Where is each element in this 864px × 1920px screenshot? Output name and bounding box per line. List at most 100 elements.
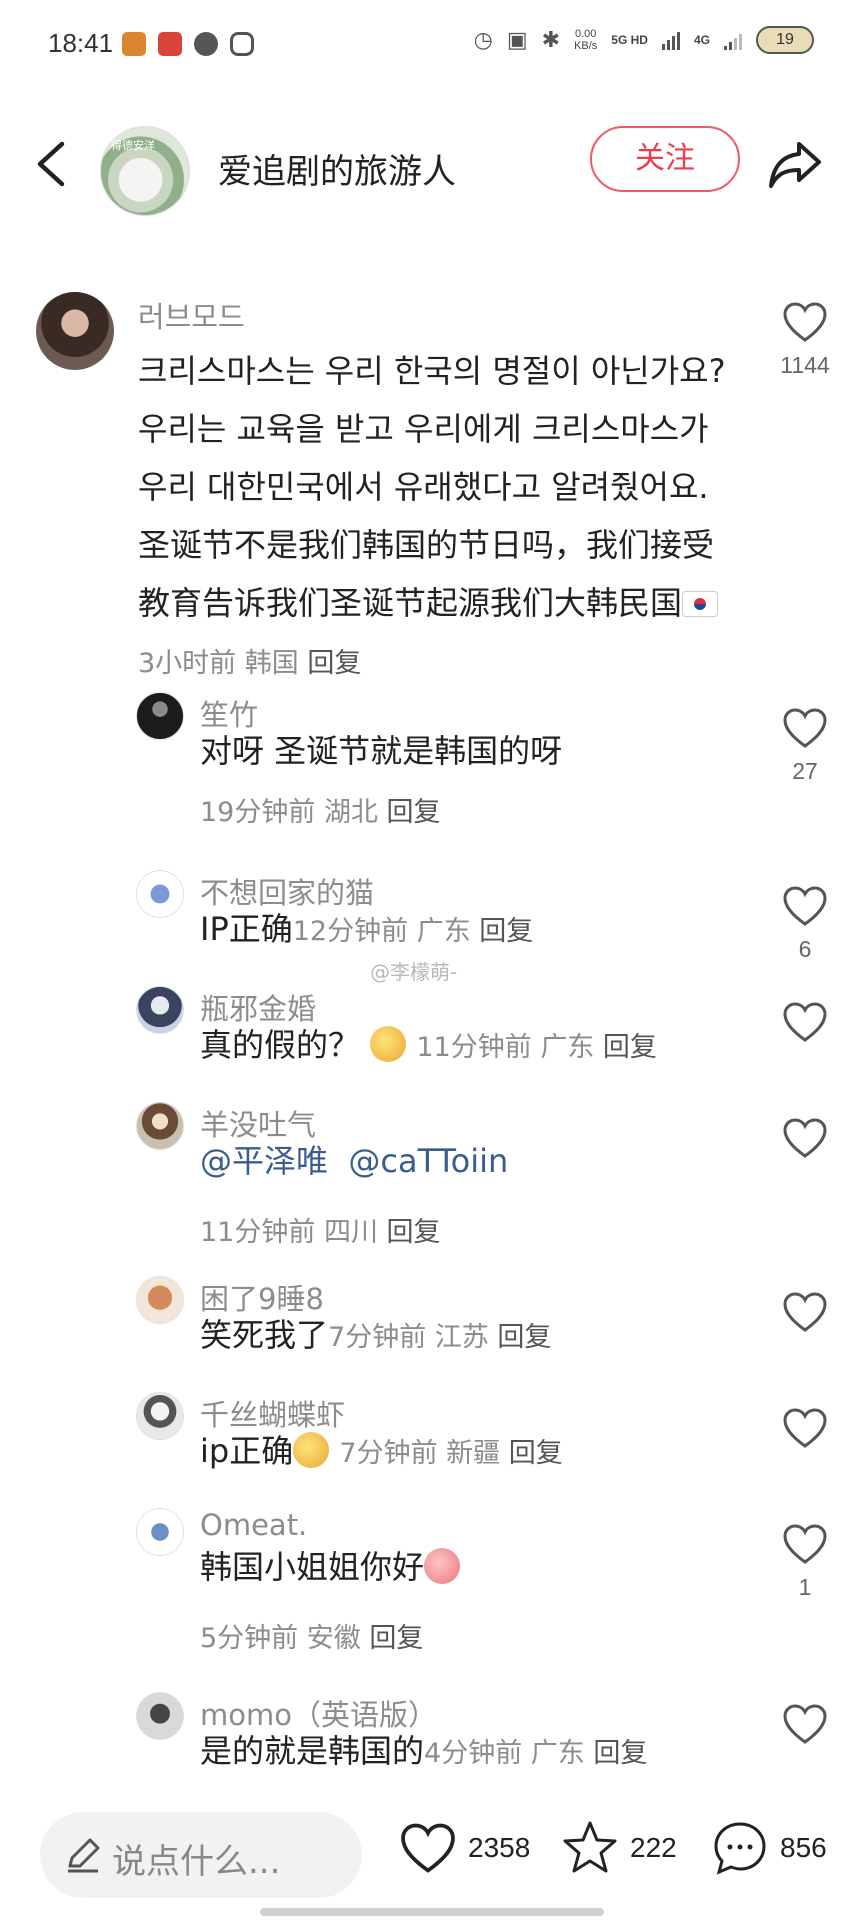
comment-text: @平泽唯 @caTToiin [200,1132,508,1190]
user-avatar[interactable] [136,1102,184,1150]
mention-link[interactable]: @caTToiin [348,1142,508,1180]
network-speed: 0.00 KB/s [574,28,598,52]
signal-icon [724,30,742,50]
comment-text: 对呀 圣诞节就是韩国的呀 [200,732,563,770]
post-comment-button[interactable]: 856 [710,1818,827,1878]
user-avatar[interactable] [136,1392,184,1440]
like-count: 1 [798,1574,812,1600]
user-avatar[interactable] [136,986,184,1034]
heart-icon [783,1118,827,1158]
pencil-icon [68,1838,100,1873]
star-icon [563,1821,617,1873]
comment-text: 真的假的？ 11分钟前 广东 回复 [200,1026,657,1064]
like-button[interactable]: 1 [775,1522,835,1601]
home-indicator[interactable] [260,1908,604,1916]
post-star-count: 222 [630,1832,677,1863]
reply-button[interactable]: 回复 [387,797,441,828]
reply-button[interactable]: 回复 [509,1438,563,1469]
heart-icon [783,1002,827,1042]
heart-icon [783,1704,827,1744]
reply-button[interactable]: 回复 [369,1623,423,1654]
reply-button[interactable]: 回复 [307,648,361,679]
post-like-button[interactable]: 2358 [398,1818,530,1878]
comment-input-placeholder: 说点什么... [112,1842,281,1882]
comment-body: 크리스마스는 우리 한국의 명절이 아닌가요? 우리는 교육을 받고 우리에게 … [138,352,726,622]
comment-text: 笑死我了7分钟前 江苏 回复 [200,1316,552,1354]
follow-button[interactable]: 关注 [590,126,740,192]
cloud-icon [194,32,218,56]
heart-icon [401,1823,455,1873]
mention-link[interactable]: @平泽唯 [200,1142,328,1180]
reply-button[interactable]: 回复 [479,916,533,947]
like-button[interactable] [775,1116,835,1164]
comment-meta: 12分钟前 广东 回复 [292,916,534,947]
reply-button[interactable]: 回复 [603,1032,657,1063]
comment-meta: 5分钟前 安徽 回复 [200,1623,424,1654]
post-header: 得德安洋 爱追剧的旅游人 关注 [0,110,864,220]
like-button[interactable] [775,1406,835,1454]
alarm-icon: ◷ [473,27,493,53]
network-4g: 4G [693,33,710,47]
comment-meta: 11分钟前 四川 回复 [200,1217,441,1248]
like-button[interactable] [775,1290,835,1338]
emoji-sticker-icon [424,1548,461,1584]
app-notification-icon [122,32,146,56]
heart-icon [783,1408,827,1448]
user-avatar[interactable] [136,692,184,740]
comment-input[interactable]: 说点什么... [40,1812,362,1898]
comment-meta: 19分钟前 湖北 回复 [200,797,441,828]
comment-text: 是的就是韩国的4分钟前 广东 回复 [200,1732,648,1770]
comment-text: 韩国小姐姐你好 [200,1538,461,1596]
app-notification-icon [230,32,254,56]
heart-icon [783,708,827,748]
bottom-action-bar: 说点什么... 2358 222 856 [0,1806,864,1906]
comment-text: IP正确12分钟前 广东 回复 [200,910,534,948]
like-button[interactable]: 6 [775,884,835,963]
signal-icon [661,30,680,50]
comment-meta: 11分钟前 广东 回复 [416,1032,657,1063]
network-5g: 5G HD [611,33,648,47]
back-arrow-icon[interactable] [28,136,76,192]
like-button[interactable] [775,1000,835,1048]
battery-indicator: 19 [756,26,814,54]
comment-icon [714,1822,766,1875]
bluetooth-icon: ✱ [541,27,561,53]
emoji-sticker-icon [293,1432,330,1468]
comment-username[interactable]: Omeat. [200,1508,307,1542]
reply-button[interactable]: 回复 [497,1322,551,1353]
user-avatar[interactable] [136,1692,184,1740]
comment-meta: 3小时前 韩国 回复 [138,648,362,679]
heart-icon [783,886,827,926]
watermark-text: @李檬萌- [370,960,458,984]
share-icon[interactable] [765,134,825,194]
heart-icon [783,302,827,342]
status-indicators: ◷ ▣ ✱ 0.00 KB/s 5G HD 4G 19 [474,26,814,54]
vibrate-icon: ▣ [506,27,528,53]
reply-button[interactable]: 回复 [387,1217,441,1248]
like-button[interactable]: 1144 [775,300,835,379]
user-avatar[interactable] [136,1508,184,1556]
avatar-watermark: 得德安洋 [111,139,155,152]
post-comment-count: 856 [780,1832,827,1863]
korea-flag-icon [682,591,719,617]
user-avatar[interactable] [136,1276,184,1324]
comment-text: ip正确 7分钟前 新疆 回复 [200,1432,563,1470]
comment-meta: 7分钟前 江苏 回复 [328,1322,552,1353]
comment-username[interactable]: 러브모드 [138,294,245,336]
like-count: 1144 [780,352,830,378]
user-avatar[interactable] [36,292,114,370]
author-name[interactable]: 爱追剧的旅游人 [218,144,456,193]
like-button[interactable] [775,1702,835,1750]
user-avatar[interactable] [136,870,184,918]
heart-icon [783,1524,827,1564]
like-button[interactable]: 27 [775,706,835,785]
comment-text: 크리스마스는 우리 한국의 명절이 아닌가요? 우리는 교육을 받고 우리에게 … [138,342,728,693]
reply-button[interactable]: 回复 [593,1738,647,1769]
like-count: 27 [792,758,818,784]
like-count: 6 [798,936,812,962]
comment-meta: 4分钟前 广东 回复 [424,1738,648,1769]
post-star-button[interactable]: 222 [560,1818,677,1878]
emoji-sticker-icon [370,1026,407,1062]
author-avatar[interactable]: 得德安洋 [100,126,190,216]
status-bar: 18:41 ◷ ▣ ✱ 0.00 KB/s 5G HD 4G 19 [0,0,864,92]
